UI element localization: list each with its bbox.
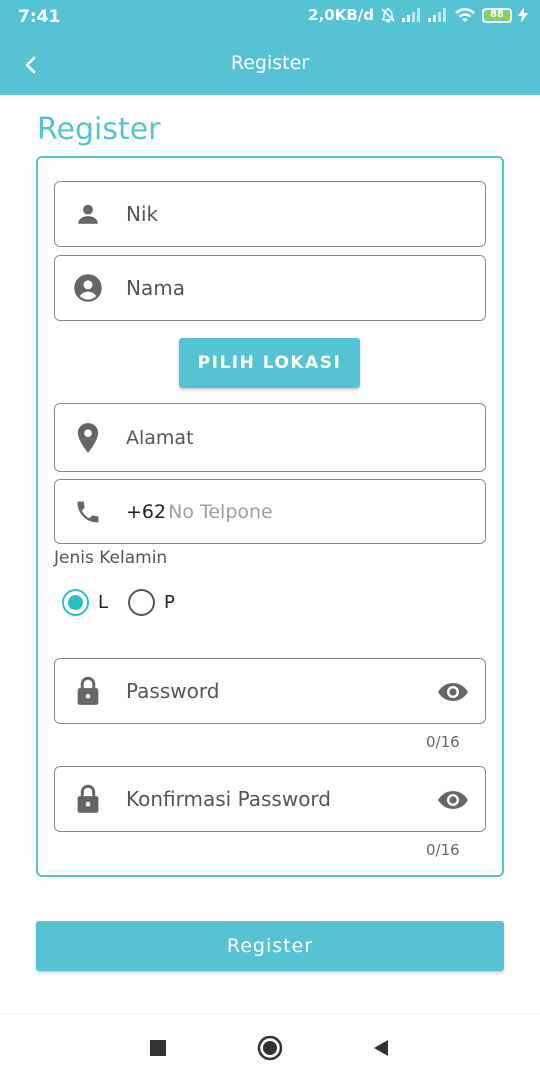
network-speed: 2,0KB/d	[308, 6, 374, 24]
square-icon	[150, 1040, 166, 1056]
page-title: Register	[37, 112, 161, 147]
lock-icon	[73, 784, 103, 814]
nama-field[interactable]: Nama	[54, 255, 486, 321]
confirm-password-label: Konfirmasi Password	[126, 787, 331, 811]
person-icon	[73, 199, 103, 229]
password-visibility-toggle[interactable]	[437, 677, 469, 707]
home-button[interactable]	[255, 1033, 285, 1063]
gender-radio-p[interactable]	[128, 589, 156, 616]
charging-icon	[518, 7, 528, 23]
app-bar-title: Register	[230, 52, 310, 74]
status-indicators: 2,0KB/d 88	[308, 6, 528, 24]
location-pin-icon	[73, 422, 103, 453]
triangle-back-icon	[374, 1040, 388, 1056]
nik-field[interactable]: Nik	[54, 181, 486, 247]
system-nav-bar	[0, 1014, 540, 1080]
circle-icon	[257, 1035, 283, 1061]
wifi-icon	[455, 8, 475, 23]
back-nav-button[interactable]	[366, 1033, 396, 1063]
gender-radio-l[interactable]	[62, 589, 89, 616]
gender-option-p-label: P	[164, 592, 175, 613]
battery-icon: 88	[482, 7, 512, 23]
confirm-password-field[interactable]: Konfirmasi Password	[54, 766, 486, 832]
phone-field[interactable]: +62 No Telpone	[54, 479, 486, 544]
phone-prefix: +62	[126, 500, 167, 523]
alamat-field[interactable]: Alamat	[54, 403, 486, 472]
battery-level: 88	[485, 10, 509, 20]
account-circle-icon	[73, 273, 103, 303]
password-counter: 0/16	[426, 733, 460, 751]
eye-icon	[438, 791, 468, 809]
status-bar: 7:41 2,0KB/d 88	[0, 0, 540, 34]
gender-radio-group: L P	[62, 589, 195, 616]
bell-off-icon	[381, 7, 395, 23]
confirm-password-visibility-toggle[interactable]	[437, 785, 469, 815]
password-label: Password	[126, 679, 220, 703]
status-time: 7:41	[18, 7, 61, 27]
app-bar: Register	[0, 34, 540, 95]
gender-option-l-label: L	[98, 592, 109, 613]
lock-icon	[73, 676, 103, 706]
signal-icon-2	[428, 8, 446, 22]
eye-icon	[438, 683, 468, 701]
password-field[interactable]: Password	[54, 658, 486, 724]
nama-label: Nama	[126, 276, 185, 300]
register-button[interactable]: Register	[36, 921, 504, 971]
alamat-label: Alamat	[126, 426, 194, 449]
phone-icon	[73, 497, 103, 527]
gender-label: Jenis Kelamin	[54, 548, 168, 568]
pilih-lokasi-button[interactable]: PILIH LOKASI	[179, 338, 360, 388]
nik-label: Nik	[126, 202, 159, 226]
phone-placeholder: No Telpone	[168, 500, 273, 523]
recents-button[interactable]	[143, 1033, 173, 1063]
signal-icon	[402, 8, 420, 22]
confirm-password-counter: 0/16	[426, 841, 460, 859]
